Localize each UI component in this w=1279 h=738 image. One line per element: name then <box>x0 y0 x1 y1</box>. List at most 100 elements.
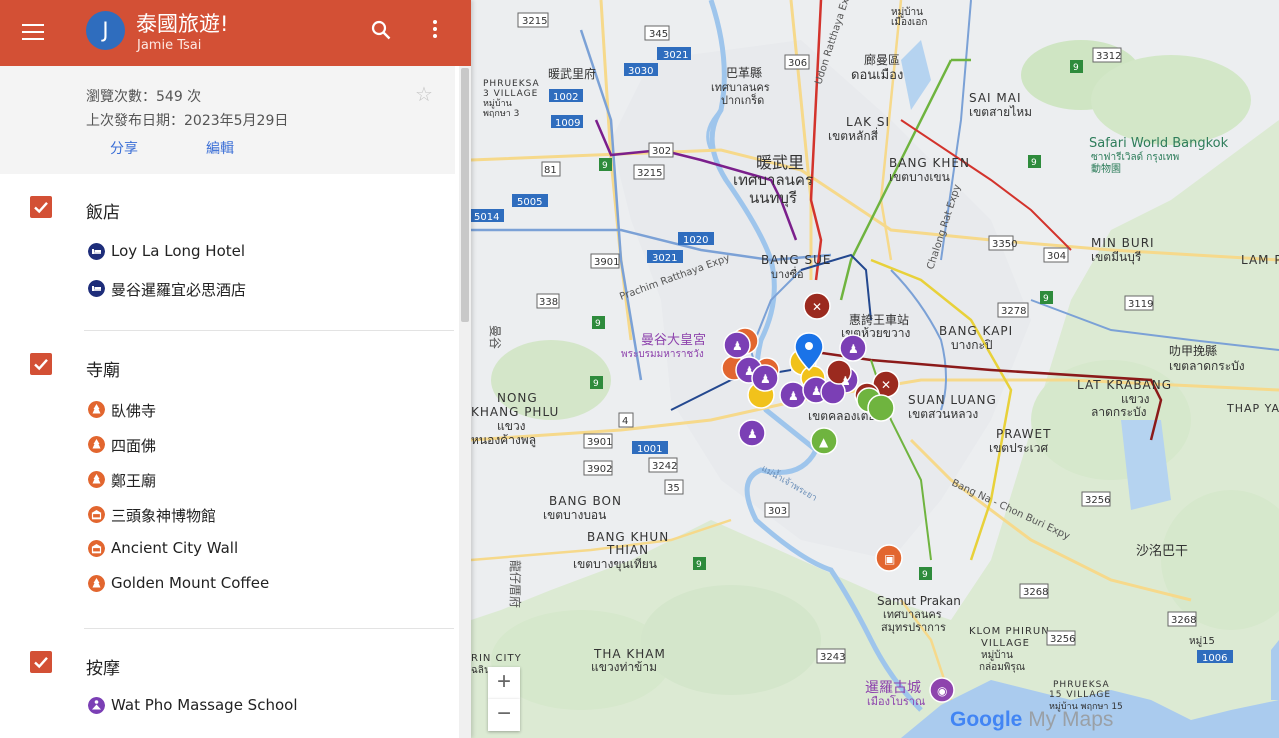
list-item[interactable]: 鄭王廟 <box>86 468 446 492</box>
svg-text:3256: 3256 <box>1085 495 1110 506</box>
label-suan-luang-th: เขตสวนหลวง <box>908 407 978 421</box>
layer-checkbox-temples[interactable] <box>30 353 52 375</box>
svg-text:345: 345 <box>649 29 668 40</box>
avatar[interactable]: J <box>86 11 125 50</box>
label-tha-kham-th: แขวงท่าข้าม <box>591 660 657 674</box>
divider <box>84 628 454 629</box>
list-item[interactable]: 四面佛 <box>86 433 446 457</box>
zoom-in-button[interactable]: + <box>488 667 520 699</box>
svg-text:▣: ▣ <box>884 552 895 566</box>
svg-text:3901: 3901 <box>587 437 612 448</box>
edit-button[interactable]: 編輯 <box>206 138 234 158</box>
label-chachoengsao: 沙洺巴干 <box>1136 544 1188 559</box>
list-item[interactable]: Wat Pho Massage School <box>86 694 446 718</box>
svg-text:9: 9 <box>1031 158 1037 168</box>
place-name: 鄭王廟 <box>111 472 157 490</box>
list-item[interactable]: 曼谷暹羅宜必思酒店 <box>86 277 446 301</box>
map-legend-panel: J 泰國旅遊! Jamie Tsai 瀏覽次數：549 次 上次發布日期：202… <box>0 0 471 738</box>
svg-text:9: 9 <box>593 379 599 389</box>
layer-title-hotels[interactable]: 飯店 <box>86 198 120 223</box>
hamburger-menu-icon[interactable] <box>22 21 44 45</box>
svg-text:THIAN: THIAN <box>606 543 649 557</box>
svg-text:3350: 3350 <box>992 239 1017 250</box>
svg-text:3268: 3268 <box>1171 615 1196 626</box>
label-nonthaburi-top: 暖武里府 <box>548 66 596 81</box>
svg-text:15 VILLAGE: 15 VILLAGE <box>1049 690 1111 700</box>
place-name: Wat Pho Massage School <box>111 696 298 714</box>
svg-text:3119: 3119 <box>1128 299 1153 310</box>
svg-text:3 VILLAGE: 3 VILLAGE <box>483 89 538 99</box>
zoom-out-button[interactable]: − <box>488 699 520 731</box>
svg-text:302: 302 <box>652 146 671 157</box>
svg-text:81: 81 <box>544 165 557 176</box>
svg-text:สมุทรปราการ: สมุทรปราการ <box>881 621 946 634</box>
svg-text:แขวง: แขวง <box>1121 392 1150 406</box>
svg-text:9: 9 <box>922 570 928 580</box>
list-item[interactable]: 三頭象神博物館 <box>86 503 446 527</box>
svg-text:BANG KHUN: BANG KHUN <box>587 530 669 544</box>
divider <box>84 330 454 331</box>
svg-text:9: 9 <box>696 560 702 570</box>
label-bang-kapi: BANG KAPI <box>939 324 1013 338</box>
label-nonthaburi-zh: 暖武里 <box>756 153 804 172</box>
layer-title-temples[interactable]: 寺廟 <box>86 356 120 381</box>
label-bang-kapi-th: บางกะปิ <box>951 338 993 352</box>
share-button[interactable]: 分享 <box>110 138 138 158</box>
svg-text:ลาดกระบัง: ลาดกระบัง <box>1091 405 1147 419</box>
label-safari-zh: 動物園 <box>1091 162 1121 175</box>
panel-scrollbar[interactable] <box>459 66 471 738</box>
svg-text:3215: 3215 <box>522 16 547 27</box>
layer-title-massage[interactable]: 按摩 <box>86 654 120 679</box>
map-canvas[interactable]: 暖武里府 暖武里 เทศบาลนคร นนทบุรี BANG SUE บางซ… <box>471 0 1279 738</box>
label-bang-bon: BANG BON <box>549 494 622 508</box>
svg-text:เมืองเอก: เมืองเอก <box>891 16 927 28</box>
place-name: Ancient City Wall <box>111 539 239 557</box>
museum-icon <box>88 506 105 523</box>
svg-text:♟: ♟ <box>744 364 755 378</box>
label-prawet-th: เขตประเวศ <box>989 441 1048 455</box>
svg-text:3021: 3021 <box>663 50 688 61</box>
svg-text:306: 306 <box>788 58 807 69</box>
svg-text:3901: 3901 <box>594 257 619 268</box>
svg-text:♟: ♟ <box>811 384 822 398</box>
layer-checkbox-massage[interactable] <box>30 651 52 673</box>
svg-text:9: 9 <box>1073 63 1079 73</box>
list-item[interactable]: 臥佛寺 <box>86 398 446 422</box>
label-rin-city: RIN CITY <box>471 653 522 664</box>
layer-checkbox-hotels[interactable] <box>30 196 52 218</box>
svg-text:▲: ▲ <box>819 435 829 449</box>
svg-text:3243: 3243 <box>820 652 845 663</box>
label-tha-kham: THA KHAM <box>593 647 666 661</box>
svg-text:KLOM PHIRUN: KLOM PHIRUN <box>969 626 1050 637</box>
place-name: 四面佛 <box>111 437 157 455</box>
list-item[interactable]: Ancient City Wall <box>86 537 446 561</box>
search-icon[interactable] <box>371 20 391 40</box>
label-lat-krabang: LAT KRABANG <box>1077 378 1172 392</box>
label-bang-sue: BANG SUE <box>761 253 832 267</box>
label-moo15: หมู่15 <box>1189 636 1215 647</box>
more-options-icon[interactable] <box>431 20 439 42</box>
map-info-section: 瀏覽次數：549 次 上次發布日期：2023年5月29日 ☆ 分享 編輯 <box>0 66 455 174</box>
svg-text:VILLAGE: VILLAGE <box>981 638 1030 649</box>
list-item[interactable]: Golden Mount Coffee <box>86 572 446 596</box>
svg-text:แขวง: แขวง <box>497 419 526 433</box>
label-bangkok-side: 曼谷 <box>488 325 502 349</box>
star-icon[interactable]: ☆ <box>415 82 433 107</box>
list-item[interactable]: Loy La Long Hotel <box>86 240 446 264</box>
svg-text:PHRUEKSA: PHRUEKSA <box>1053 680 1110 690</box>
scrollbar-thumb[interactable] <box>461 68 469 322</box>
label-long: 龍仔厝府 <box>508 560 523 608</box>
svg-text:พฤกษา 3: พฤกษา 3 <box>483 109 519 119</box>
label-sai-mai: SAI MAI <box>969 91 1022 105</box>
svg-text:♟: ♟ <box>788 389 799 403</box>
label-lak-si: LAK SI <box>846 115 890 129</box>
label-prawet: PRAWET <box>996 427 1051 441</box>
google-my-maps-logo: Google My Maps <box>950 708 1113 732</box>
label-sai-mai-th: เขตสายไหม <box>969 105 1032 119</box>
svg-text:3312: 3312 <box>1096 51 1121 62</box>
svg-text:3256: 3256 <box>1050 634 1075 645</box>
view-count: 瀏覽次數：549 次 <box>86 89 202 105</box>
label-don-mueang-th: ดอนเมือง <box>851 67 903 83</box>
svg-text:5014: 5014 <box>474 212 499 223</box>
svg-text:1002: 1002 <box>553 92 578 103</box>
